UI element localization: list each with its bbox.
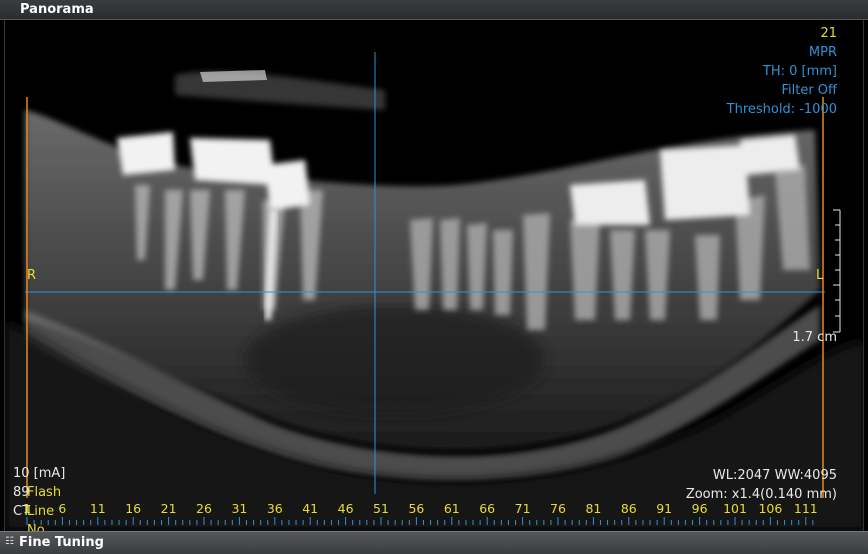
info-overlay-top-right: 21 MPR TH: 0 [mm] Filter Off Threshold: … (727, 24, 837, 119)
ruler-number: 51 (373, 501, 389, 516)
view-mode: MPR (808, 45, 837, 60)
ruler-number: 36 (266, 501, 283, 516)
panorama-viewport[interactable]: 21 MPR TH: 0 [mm] Filter Off Threshold: … (4, 20, 864, 531)
thickness-info: TH: 0 [mm] (762, 64, 837, 79)
ruler-number: 76 (550, 501, 566, 516)
grip-icon[interactable]: ☷ (5, 536, 14, 547)
kvp-row: 89 Flash Line No. (13, 483, 65, 531)
panorama-titlebar: Panorama (0, 0, 868, 20)
window-level: WL:2047 WW:4095 (712, 468, 837, 483)
fine-tuning-title: Fine Tuning (19, 535, 104, 550)
ruler-number: 46 (337, 501, 354, 516)
ruler-number: 1 (23, 501, 31, 516)
ruler-number: 71 (514, 501, 531, 516)
ruler-number: 61 (443, 501, 460, 516)
ruler-number: 101 (723, 501, 747, 516)
threshold-info: Threshold: -1000 (726, 102, 837, 117)
ruler-number: 56 (408, 501, 425, 516)
slice-number: 21 (820, 26, 837, 41)
current-value: 10 [mA] (13, 466, 66, 481)
panel-title: Panorama (20, 2, 94, 17)
ruler-number: 21 (160, 501, 177, 516)
ruler-number: 86 (620, 501, 637, 516)
slice-ruler[interactable]: 1 6 11 16 21 26 31 36 41 46 51 56 61 66 71 76 81 86 91 96 10… (5, 501, 863, 517)
ruler-number: 41 (302, 501, 319, 516)
ruler-number: 111 (793, 501, 818, 516)
ruler-number: 6 (58, 501, 67, 516)
left-side-marker: L (816, 268, 824, 283)
ruler-number: 106 (758, 501, 783, 516)
ruler-number: 31 (231, 501, 248, 516)
right-side-marker: R (27, 268, 37, 283)
ruler-number: 96 (691, 501, 708, 516)
ruler-number: 66 (479, 501, 496, 516)
filter-info: Filter Off (781, 83, 837, 98)
scale-label: 1.7 cm (792, 330, 837, 345)
ruler-number: 91 (656, 501, 673, 516)
ruler-number: 11 (89, 501, 106, 516)
info-overlay-bottom-right: WL:2047 WW:4095 Zoom: x1.4(0.140 mm) (686, 466, 837, 504)
fine-tuning-panel-header[interactable]: ☷ Fine Tuning (0, 531, 868, 554)
ruler-number: 16 (125, 501, 142, 516)
ruler-number: 26 (196, 501, 212, 516)
ruler-number: 81 (585, 501, 602, 516)
